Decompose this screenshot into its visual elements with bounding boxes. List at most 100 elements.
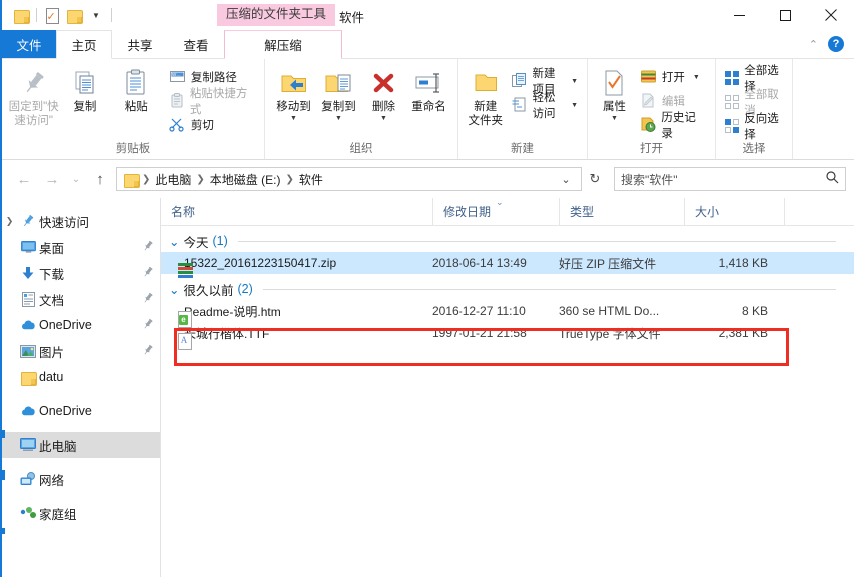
- copy-label: 复制: [73, 101, 97, 113]
- new-folder-label: 新建 文件夹: [468, 101, 503, 128]
- search-input[interactable]: 搜索"软件": [614, 167, 846, 191]
- column-header-type[interactable]: 类型: [559, 197, 684, 226]
- chevron-down-icon[interactable]: ▼: [335, 115, 342, 122]
- move-to-button[interactable]: 移动到 ▼: [271, 63, 316, 122]
- tab-file[interactable]: 文件: [2, 30, 56, 58]
- onedrive-icon: [17, 405, 39, 417]
- pin-icon: [17, 214, 39, 228]
- chevron-down-icon[interactable]: ▼: [693, 74, 700, 81]
- file-group-count: (1): [212, 234, 228, 248]
- search-icon[interactable]: [826, 171, 839, 187]
- chevron-down-icon[interactable]: ▼: [85, 4, 107, 26]
- close-button[interactable]: [808, 0, 854, 30]
- sidebar-item-pictures[interactable]: 图片: [2, 338, 160, 364]
- address-input[interactable]: ❯ 此电脑 ❯ 本地磁盘 (E:) ❯ 软件 ⌄: [116, 167, 582, 191]
- file-size: 8 KB: [741, 304, 768, 318]
- chevron-down-icon[interactable]: ▼: [571, 78, 578, 85]
- file-group-header-long-ago[interactable]: ⌄ 很久以前 (2): [161, 278, 854, 300]
- sidebar-item-onedrive[interactable]: OneDrive: [2, 398, 160, 424]
- cut-button[interactable]: 剪切: [166, 113, 258, 136]
- sidebar-item-network[interactable]: 网络: [2, 466, 160, 492]
- help-icon[interactable]: ?: [828, 36, 844, 52]
- table-row[interactable]: A 长城行楷体.TTF 1997-01-21 21:58 TrueType 字体…: [161, 322, 854, 345]
- sidebar-item-label: 文档: [39, 293, 65, 308]
- chevron-down-icon[interactable]: ▼: [611, 115, 618, 122]
- sidebar-item-desktop[interactable]: 桌面: [2, 234, 160, 260]
- file-group-name: 很久以前: [183, 283, 234, 298]
- chevron-down-icon[interactable]: ⌄: [169, 282, 179, 297]
- breadcrumb-separator: ❯: [285, 173, 294, 185]
- new-item-icon: [512, 73, 527, 88]
- open-button[interactable]: 打开 ▼: [637, 65, 709, 88]
- tab-home[interactable]: 主页: [56, 30, 112, 59]
- properties-icon[interactable]: ✓: [41, 4, 63, 26]
- pin-icon[interactable]: [142, 240, 154, 255]
- copy-to-button[interactable]: 复制到 ▼: [316, 63, 361, 122]
- file-group-header-today[interactable]: ⌄ 今天 (1): [161, 230, 854, 252]
- address-dropdown-icon[interactable]: ⌄: [555, 173, 577, 186]
- column-header-name[interactable]: 名称: [161, 198, 432, 226]
- chevron-down-icon[interactable]: ▼: [380, 115, 387, 122]
- sidebar-item-datu[interactable]: datu: [2, 364, 160, 390]
- maximize-button[interactable]: [762, 0, 808, 30]
- copy-to-icon: [324, 66, 354, 100]
- sort-ascending-icon: ⌄: [496, 196, 504, 207]
- folder-icon[interactable]: [10, 4, 32, 26]
- sidebar-item-this-pc[interactable]: 此电脑: [2, 432, 160, 458]
- refresh-button[interactable]: ↻: [582, 171, 608, 187]
- file-name-cell: e Readme-说明.htm: [161, 303, 432, 325]
- file-date: 1997-01-21 21:58: [432, 326, 527, 340]
- column-header-spare[interactable]: [784, 197, 854, 226]
- recent-locations-button[interactable]: ⌄: [66, 166, 86, 192]
- pin-icon[interactable]: [142, 318, 154, 333]
- pin-to-quick-access-button[interactable]: 固定到"快 速访问": [8, 63, 59, 129]
- rename-button[interactable]: 重命名: [406, 63, 451, 114]
- pin-icon[interactable]: [142, 344, 154, 359]
- delete-button[interactable]: 删除 ▼: [361, 63, 406, 122]
- sidebar-item-quick-access[interactable]: ❯ 快速访问: [2, 208, 160, 234]
- breadcrumb-this-pc[interactable]: 此电脑: [150, 171, 196, 188]
- edit-label: 编辑: [661, 95, 685, 108]
- table-row[interactable]: 15322_20161223150417.zip 2018-06-14 13:4…: [161, 252, 854, 278]
- up-button[interactable]: ↑: [86, 166, 114, 192]
- properties-button[interactable]: 属性 ▼: [594, 63, 635, 122]
- chevron-right-icon[interactable]: ❯: [2, 216, 17, 227]
- sidebar-item-label: 桌面: [39, 241, 65, 256]
- chevron-down-icon[interactable]: ▼: [571, 102, 578, 109]
- easy-access-button[interactable]: 轻松访问 ▼: [509, 92, 581, 120]
- table-row[interactable]: e Readme-说明.htm 2016-12-27 11:10 360 se …: [161, 300, 854, 325]
- file-name: 长城行楷体.TTF: [184, 326, 270, 341]
- sidebar-item-homegroup[interactable]: 家庭组: [2, 500, 160, 526]
- pin-icon[interactable]: [142, 292, 154, 307]
- column-header-size[interactable]: 大小: [684, 197, 784, 226]
- new-folder-button[interactable]: 新建 文件夹: [464, 63, 507, 129]
- delete-label: 删除: [372, 101, 395, 113]
- sidebar-item-downloads[interactable]: 下载: [2, 260, 160, 286]
- tab-share[interactable]: 共享: [112, 30, 168, 58]
- breadcrumb-software[interactable]: 软件: [294, 171, 328, 188]
- column-header-date-modified[interactable]: ⌄ 修改日期: [432, 196, 559, 226]
- tab-extract[interactable]: 解压缩: [224, 30, 342, 59]
- sidebar-item-onedrive-quick[interactable]: OneDrive: [2, 312, 160, 338]
- copy-icon: [71, 66, 99, 100]
- tab-view[interactable]: 查看: [168, 30, 224, 58]
- chevron-down-icon[interactable]: ▼: [290, 115, 297, 122]
- sidebar-item-documents[interactable]: 文档: [2, 286, 160, 312]
- open-icon: [640, 69, 657, 84]
- collapse-ribbon-icon[interactable]: ⌃: [809, 38, 818, 51]
- folder-icon[interactable]: [63, 4, 85, 26]
- invert-selection-button[interactable]: 反向选择: [722, 113, 786, 141]
- breadcrumb-local-disk-e[interactable]: 本地磁盘 (E:): [205, 171, 286, 188]
- properties-icon: [602, 66, 626, 100]
- history-button[interactable]: 历史记录: [637, 112, 709, 140]
- scissors-icon: [169, 117, 186, 132]
- back-button[interactable]: ←: [10, 166, 38, 192]
- desktop-icon: [17, 240, 39, 254]
- copy-button[interactable]: 复制: [59, 63, 110, 114]
- ribbon-group-label-new: 新建: [511, 143, 534, 155]
- forward-button[interactable]: →: [38, 166, 66, 192]
- minimize-button[interactable]: [716, 0, 762, 30]
- paste-button[interactable]: 粘贴: [111, 63, 162, 114]
- chevron-down-icon[interactable]: ⌄: [169, 234, 179, 249]
- pin-icon[interactable]: [142, 266, 154, 281]
